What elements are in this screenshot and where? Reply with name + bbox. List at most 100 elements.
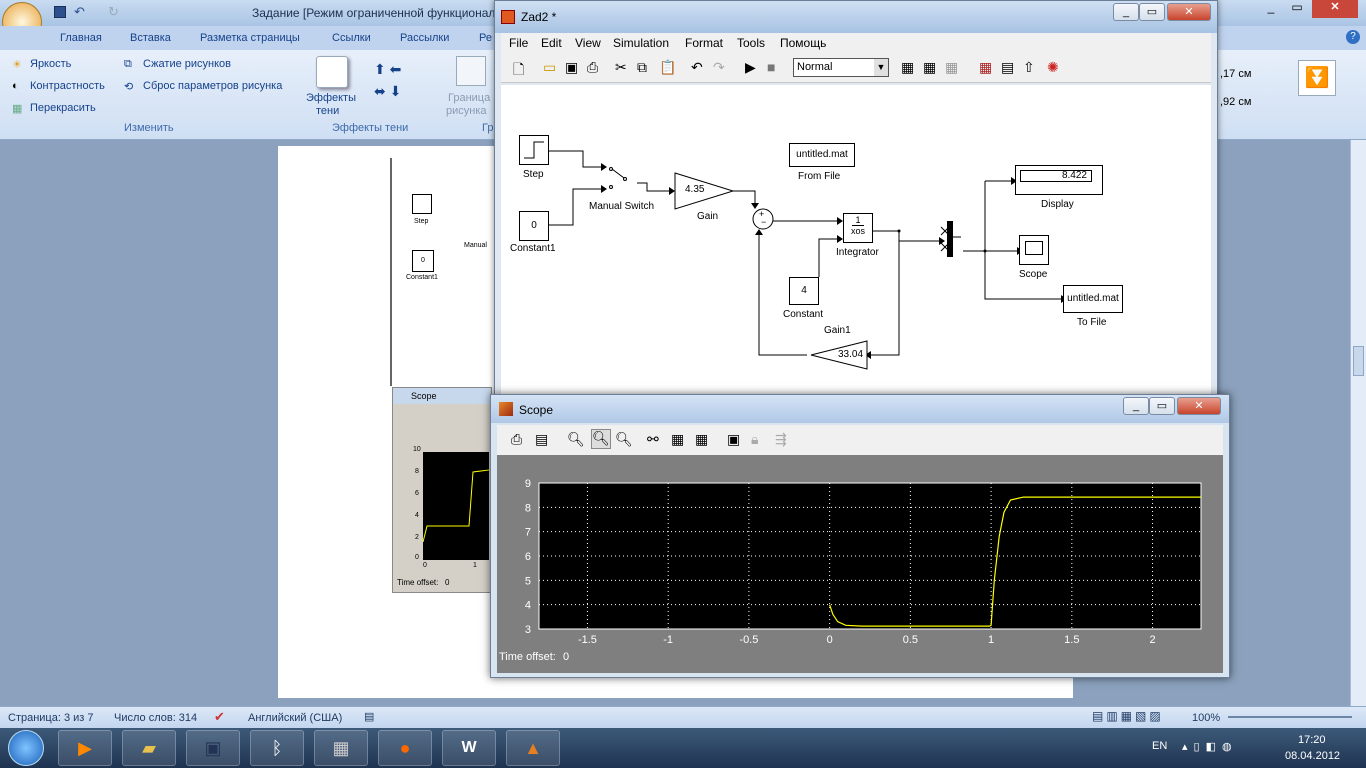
help-icon[interactable]: ? (1346, 30, 1360, 44)
recolor-button[interactable]: Перекрасить (30, 102, 96, 114)
height-field[interactable]: ,17 см (1220, 68, 1251, 80)
menu-file[interactable]: File (509, 36, 528, 50)
restore-axes-icon[interactable]: ▦ (695, 431, 715, 451)
copy-icon[interactable]: ⧉ (637, 59, 657, 79)
chevron-down-icon[interactable]: ▼ (874, 59, 888, 76)
menu-edit[interactable]: Edit (541, 36, 562, 50)
step-block[interactable] (519, 135, 549, 165)
word-vertical-scrollbar[interactable] (1350, 140, 1366, 706)
scope-block[interactable] (1019, 235, 1049, 265)
go-to-parent-icon[interactable]: ⇧ (1023, 59, 1043, 79)
cut-icon[interactable]: ✂ (615, 59, 635, 79)
zoom-x-icon[interactable]: 🔍︎ (591, 429, 611, 449)
taskbar-calculator[interactable]: ▦ (314, 730, 368, 766)
sim-close-button[interactable]: ✕ (1167, 3, 1211, 21)
print-icon[interactable]: ⎙ (587, 59, 607, 79)
scope-chart[interactable]: -1.5 -1 -0.5 0 0.5 1 1.5 2 3 4 5 6 7 8 9 (497, 455, 1223, 673)
taskbar-matlab[interactable]: ▲ (506, 730, 560, 766)
scope-minimize-button[interactable]: _ (1123, 397, 1149, 415)
tab-review[interactable]: Ре (479, 32, 492, 44)
to-file-block[interactable]: untitled.mat (1063, 285, 1123, 313)
word-minimize-button[interactable]: _ (1258, 0, 1284, 18)
constant1-block[interactable]: 0 (519, 211, 549, 241)
signal-selector-icon[interactable]: ⇶ (775, 431, 795, 451)
reset-picture-button[interactable]: Сброс параметров рисунка (143, 80, 282, 92)
build-icon[interactable]: ▦ (901, 59, 921, 79)
input-language[interactable]: EN (1152, 740, 1167, 752)
taskbar-explorer[interactable]: ▰ (122, 730, 176, 766)
status-language[interactable]: Английский (США) (248, 712, 342, 724)
menu-simulation[interactable]: Simulation (613, 36, 669, 50)
taskbar-bluetooth[interactable]: ᛒ (250, 730, 304, 766)
macro-icon[interactable]: ▤ (364, 710, 374, 723)
tab-home[interactable]: Главная (60, 32, 102, 44)
incremental-icon[interactable]: ▦ (945, 59, 965, 79)
redo-icon[interactable]: ↷ (713, 59, 733, 79)
contrast-button[interactable]: Контрастность (30, 80, 105, 92)
tab-mailings[interactable]: Рассылки (400, 32, 449, 44)
start-button[interactable] (8, 730, 44, 766)
shadow-effects-button-l2[interactable]: тени (316, 105, 339, 117)
tab-page-layout[interactable]: Разметка страницы (200, 32, 300, 44)
zoom-y-icon[interactable]: 🔍︎ (615, 431, 635, 451)
clock-time[interactable]: 17:20 (1298, 734, 1326, 746)
nudge-icons[interactable]: ⬆ ⬅ ⬌ ⬇ (374, 58, 414, 102)
scroll-thumb[interactable] (1353, 346, 1364, 376)
floating-scope-icon[interactable]: ▣ (727, 431, 747, 451)
taskbar-word[interactable]: W (442, 730, 496, 766)
taskbar-save-app[interactable]: ▣ (186, 730, 240, 766)
scope-close-button[interactable]: ✕ (1177, 397, 1221, 415)
library-browser-icon[interactable]: ▦ (979, 59, 999, 79)
zoom-slider[interactable] (1228, 716, 1352, 718)
zoom-level[interactable]: 100% (1192, 712, 1220, 724)
word-close-button[interactable]: ✕ (1312, 0, 1358, 18)
menu-format[interactable]: Format (685, 36, 723, 50)
word-maximize-button[interactable]: ▭ (1284, 0, 1310, 18)
undo-icon[interactable]: ↶ (74, 4, 85, 20)
from-file-block[interactable]: untitled.mat (789, 143, 855, 167)
sim-maximize-button[interactable]: ▭ (1139, 3, 1165, 21)
constant-block[interactable]: 4 (789, 277, 819, 305)
tray-icons[interactable]: ▴▯◧◍ (1182, 740, 1238, 753)
tab-references[interactable]: Ссылки (332, 32, 371, 44)
brightness-button[interactable]: Яркость (30, 58, 71, 70)
integrator-block[interactable]: 1 xos (843, 213, 873, 243)
open-icon[interactable]: ▭ (543, 59, 563, 79)
shadow-effects-button[interactable]: Эффекты (306, 92, 356, 104)
collapse-ribbon-icon[interactable]: ⏬ (1298, 60, 1336, 96)
simulation-mode-select[interactable]: Normal ▼ (793, 58, 889, 77)
parameters-icon[interactable]: ▤ (535, 431, 555, 451)
sim-minimize-button[interactable]: _ (1113, 3, 1139, 21)
picture-border-button-l2[interactable]: рисунка (446, 105, 487, 117)
run-icon[interactable]: ▶ (745, 59, 765, 79)
scope-maximize-button[interactable]: ▭ (1149, 397, 1175, 415)
zoom-icon[interactable]: 🔍︎ (567, 431, 587, 451)
menu-help[interactable]: Помощь (780, 36, 826, 50)
taskbar-media-player[interactable]: ▶ (58, 730, 112, 766)
menu-view[interactable]: View (575, 36, 601, 50)
status-page[interactable]: Страница: 3 из 7 (8, 712, 94, 724)
display-block[interactable]: 8.422 (1015, 165, 1103, 195)
autoscale-icon[interactable]: ⚯ (647, 431, 667, 451)
new-model-icon[interactable]: 🗋 (513, 59, 533, 79)
debug-icon[interactable]: ✺ (1047, 59, 1067, 79)
tab-insert[interactable]: Вставка (130, 32, 171, 44)
view-buttons[interactable]: ▤▥▦▧▨ (1092, 709, 1164, 723)
paste-icon[interactable]: 📋 (659, 59, 679, 79)
width-field[interactable]: ,92 см (1220, 96, 1251, 108)
save-icon[interactable]: ▣ (565, 59, 585, 79)
picture-border-button[interactable]: Граница (448, 92, 490, 104)
taskbar-firefox[interactable]: ● (378, 730, 432, 766)
save-axes-icon[interactable]: ▦ (671, 431, 691, 451)
model-browser-icon[interactable]: ▤ (1001, 59, 1021, 79)
undo-icon[interactable]: ↶ (691, 59, 711, 79)
compress-button[interactable]: Сжатие рисунков (143, 58, 231, 70)
menu-tools[interactable]: Tools (737, 36, 765, 50)
print-icon[interactable]: ⎙ (511, 431, 531, 451)
redo-icon[interactable]: ↻ (108, 4, 119, 20)
model-canvas[interactable]: Step 0 Constant1 Manual Switch 4.35 Gain… (501, 85, 1211, 397)
lock-icon[interactable]: 🔒︎ (751, 431, 771, 451)
update-icon[interactable]: ▦ (923, 59, 943, 79)
save-icon[interactable] (54, 6, 66, 18)
clock-date[interactable]: 08.04.2012 (1285, 750, 1340, 762)
